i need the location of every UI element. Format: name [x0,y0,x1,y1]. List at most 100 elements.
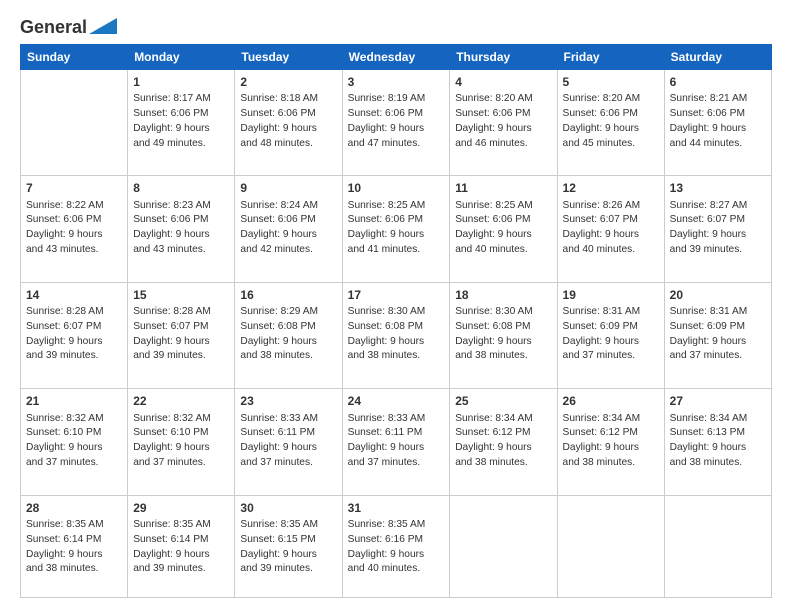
day-number: 29 [133,500,229,517]
calendar-cell: 28Sunrise: 8:35 AMSunset: 6:14 PMDayligh… [21,495,128,597]
calendar-cell: 3Sunrise: 8:19 AMSunset: 6:06 PMDaylight… [342,69,450,175]
day-info-line: Sunset: 6:07 PM [133,320,229,335]
calendar-cell: 21Sunrise: 8:32 AMSunset: 6:10 PMDayligh… [21,389,128,495]
day-info-line: Daylight: 9 hours [348,441,445,456]
day-number: 28 [26,500,122,517]
calendar-cell: 15Sunrise: 8:28 AMSunset: 6:07 PMDayligh… [128,282,235,388]
day-number: 31 [348,500,445,517]
calendar-cell [664,495,771,597]
day-info-line: Daylight: 9 hours [133,122,229,137]
day-info-line: and 37 minutes. [348,456,445,471]
day-info-line: and 42 minutes. [240,243,336,258]
day-info-line: Daylight: 9 hours [26,228,122,243]
day-info-line: Sunset: 6:13 PM [670,426,766,441]
day-info-line: Daylight: 9 hours [348,335,445,350]
day-info-line: Sunset: 6:08 PM [240,320,336,335]
day-info-line: Sunrise: 8:30 AM [348,305,445,320]
day-number: 30 [240,500,336,517]
day-info-line: Sunrise: 8:30 AM [455,305,551,320]
day-number: 13 [670,180,766,197]
day-number: 20 [670,287,766,304]
day-info-line: and 38 minutes. [455,349,551,364]
day-number: 7 [26,180,122,197]
calendar-header-row: SundayMondayTuesdayWednesdayThursdayFrid… [21,44,772,69]
day-info-line: and 45 minutes. [563,137,659,152]
day-info-line: Sunset: 6:10 PM [133,426,229,441]
day-number: 24 [348,393,445,410]
day-number: 19 [563,287,659,304]
day-info-line: Sunrise: 8:34 AM [670,412,766,427]
calendar-cell [557,495,664,597]
day-info-line: Sunrise: 8:17 AM [133,92,229,107]
day-number: 2 [240,74,336,91]
logo-general: General [20,17,87,37]
day-info-line: Daylight: 9 hours [563,441,659,456]
day-info-line: and 39 minutes. [26,349,122,364]
day-info-line: Daylight: 9 hours [455,335,551,350]
day-number: 8 [133,180,229,197]
day-number: 12 [563,180,659,197]
day-info-line: Sunrise: 8:32 AM [26,412,122,427]
day-info-line: Sunset: 6:06 PM [455,213,551,228]
day-info-line: Sunset: 6:06 PM [455,107,551,122]
day-info-line: and 38 minutes. [455,456,551,471]
day-info-line: Sunset: 6:12 PM [563,426,659,441]
day-info-line: Sunrise: 8:31 AM [670,305,766,320]
day-info-line: Sunset: 6:07 PM [26,320,122,335]
day-info-line: Daylight: 9 hours [133,441,229,456]
day-info-line: Sunrise: 8:29 AM [240,305,336,320]
day-info-line: Sunset: 6:08 PM [455,320,551,335]
day-number: 3 [348,74,445,91]
day-info-line: Daylight: 9 hours [240,122,336,137]
day-info-line: Sunrise: 8:33 AM [348,412,445,427]
day-info-line: Sunrise: 8:28 AM [26,305,122,320]
day-info-line: Sunrise: 8:18 AM [240,92,336,107]
calendar-cell: 10Sunrise: 8:25 AMSunset: 6:06 PMDayligh… [342,176,450,282]
calendar-cell: 16Sunrise: 8:29 AMSunset: 6:08 PMDayligh… [235,282,342,388]
day-info-line: Sunrise: 8:35 AM [133,518,229,533]
day-info-line: Sunset: 6:14 PM [26,533,122,548]
day-info-line: and 39 minutes. [240,562,336,577]
day-info-line: Sunset: 6:11 PM [240,426,336,441]
day-info-line: Sunrise: 8:32 AM [133,412,229,427]
day-info-line: Daylight: 9 hours [240,228,336,243]
calendar-week-2: 7Sunrise: 8:22 AMSunset: 6:06 PMDaylight… [21,176,772,282]
calendar-cell: 14Sunrise: 8:28 AMSunset: 6:07 PMDayligh… [21,282,128,388]
calendar-cell: 23Sunrise: 8:33 AMSunset: 6:11 PMDayligh… [235,389,342,495]
day-info-line: and 37 minutes. [133,456,229,471]
day-info-line: and 38 minutes. [348,349,445,364]
day-info-line: and 38 minutes. [670,456,766,471]
logo: General [20,18,117,34]
logo-icon [89,18,117,34]
day-number: 17 [348,287,445,304]
weekday-header-monday: Monday [128,44,235,69]
day-number: 27 [670,393,766,410]
calendar-week-5: 28Sunrise: 8:35 AMSunset: 6:14 PMDayligh… [21,495,772,597]
day-info-line: Sunrise: 8:35 AM [240,518,336,533]
header: General [20,18,772,34]
day-info-line: Sunrise: 8:20 AM [455,92,551,107]
weekday-header-tuesday: Tuesday [235,44,342,69]
day-info-line: and 37 minutes. [26,456,122,471]
day-info-line: Daylight: 9 hours [455,228,551,243]
day-info-line: Sunset: 6:14 PM [133,533,229,548]
day-info-line: Daylight: 9 hours [26,441,122,456]
day-info-line: Daylight: 9 hours [670,335,766,350]
day-info-line: Sunset: 6:11 PM [348,426,445,441]
weekday-header-friday: Friday [557,44,664,69]
day-info-line: Sunset: 6:15 PM [240,533,336,548]
calendar-cell: 9Sunrise: 8:24 AMSunset: 6:06 PMDaylight… [235,176,342,282]
day-info-line: Daylight: 9 hours [348,228,445,243]
day-info-line: Sunrise: 8:21 AM [670,92,766,107]
calendar-cell: 19Sunrise: 8:31 AMSunset: 6:09 PMDayligh… [557,282,664,388]
calendar-cell: 25Sunrise: 8:34 AMSunset: 6:12 PMDayligh… [450,389,557,495]
day-info-line: Sunset: 6:07 PM [563,213,659,228]
calendar-cell: 18Sunrise: 8:30 AMSunset: 6:08 PMDayligh… [450,282,557,388]
calendar-cell: 31Sunrise: 8:35 AMSunset: 6:16 PMDayligh… [342,495,450,597]
day-info-line: and 37 minutes. [240,456,336,471]
day-info-line: Daylight: 9 hours [670,441,766,456]
day-number: 5 [563,74,659,91]
calendar-cell: 8Sunrise: 8:23 AMSunset: 6:06 PMDaylight… [128,176,235,282]
day-info-line: Sunset: 6:06 PM [348,107,445,122]
day-info-line: Sunset: 6:06 PM [240,107,336,122]
